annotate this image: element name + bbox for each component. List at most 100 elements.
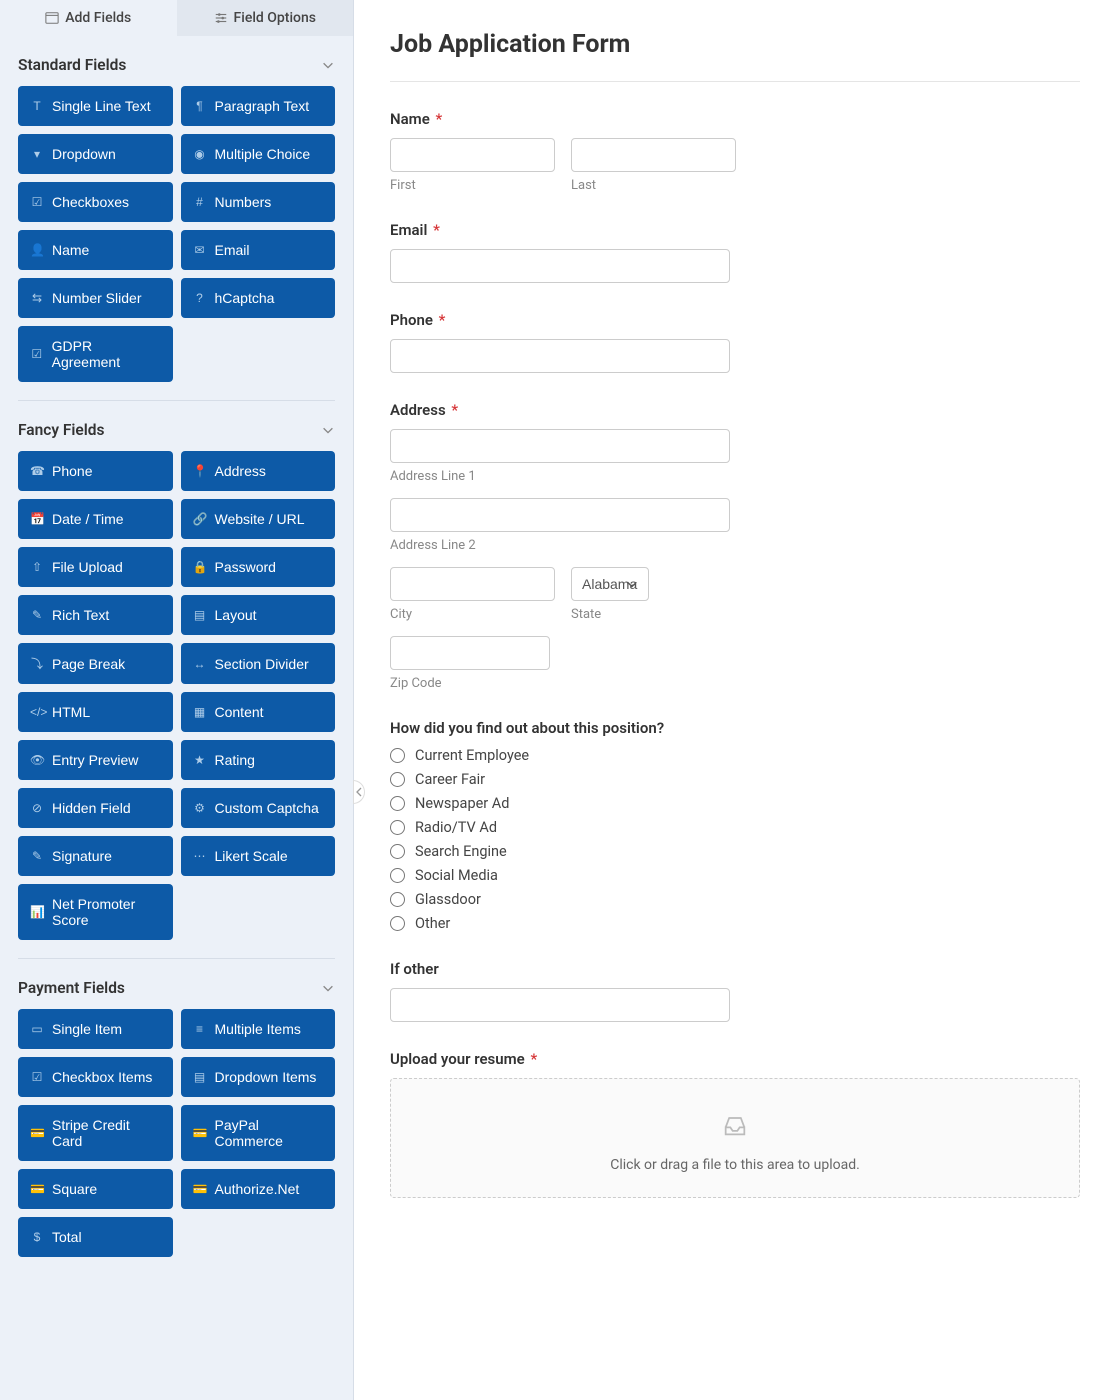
- field-btn-total[interactable]: $Total: [18, 1217, 173, 1257]
- field-btn-checkboxes[interactable]: ☑Checkboxes: [18, 182, 173, 222]
- field-btn-label: Multiple Items: [215, 1021, 301, 1037]
- field-btn-page-break[interactable]: ⤵Page Break: [18, 643, 173, 684]
- input-zip[interactable]: [390, 636, 550, 670]
- field-btn-label: Content: [215, 704, 264, 720]
- radio-item[interactable]: Other: [390, 915, 1080, 932]
- field-btn-layout[interactable]: ▤Layout: [181, 595, 336, 635]
- input-email[interactable]: [390, 249, 730, 283]
- section-header-payment[interactable]: Payment Fields: [18, 959, 335, 1009]
- tab-field-options[interactable]: Field Options: [177, 0, 354, 36]
- upload-zone[interactable]: Click or drag a file to this area to upl…: [390, 1078, 1080, 1198]
- hcaptcha-icon: ?: [193, 291, 207, 305]
- field-btn-stripe-credit-card[interactable]: 💳Stripe Credit Card: [18, 1105, 173, 1161]
- field-btn-name[interactable]: 👤Name: [18, 230, 173, 270]
- radio-input[interactable]: [390, 772, 405, 787]
- field-btn-label: Rating: [215, 752, 255, 768]
- field-btn-label: Address: [215, 463, 266, 479]
- section-header-fancy[interactable]: Fancy Fields: [18, 401, 335, 451]
- radio-item[interactable]: Search Engine: [390, 843, 1080, 860]
- field-btn-content[interactable]: ▦Content: [181, 692, 336, 732]
- chevron-left-icon: [355, 787, 363, 797]
- field-btn-custom-captcha[interactable]: ⚙Custom Captcha: [181, 788, 336, 828]
- hidden-field-icon: ⊘: [30, 801, 44, 815]
- field-btn-label: Layout: [215, 607, 257, 623]
- field-btn-dropdown[interactable]: ▾Dropdown: [18, 134, 173, 174]
- field-btn-multiple-items[interactable]: ≡ Multiple Items: [181, 1009, 336, 1049]
- field-btn-password[interactable]: 🔒Password: [181, 547, 336, 587]
- field-btn-single-item[interactable]: ▭Single Item: [18, 1009, 173, 1049]
- field-btn-paypal-commerce[interactable]: 💳PayPal Commerce: [181, 1105, 336, 1161]
- upload-hint: Click or drag a file to this area to upl…: [411, 1157, 1059, 1173]
- password-icon: 🔒: [193, 560, 207, 574]
- input-address-line2[interactable]: [390, 498, 730, 532]
- field-btn-phone[interactable]: ☎Phone: [18, 451, 173, 491]
- field-btn-label: GDPR Agreement: [52, 338, 161, 370]
- required-marker: *: [429, 221, 439, 239]
- radio-label: Newspaper Ad: [415, 795, 509, 812]
- field-btn-html[interactable]: </>HTML: [18, 692, 173, 732]
- select-state[interactable]: Alabama: [571, 567, 649, 601]
- field-btn-likert-scale[interactable]: ⋯Likert Scale: [181, 836, 336, 876]
- input-city[interactable]: [390, 567, 555, 601]
- radio-label: Search Engine: [415, 843, 507, 860]
- input-last-name[interactable]: [571, 138, 736, 172]
- radio-item[interactable]: Newspaper Ad: [390, 795, 1080, 812]
- input-other[interactable]: [390, 988, 730, 1022]
- radio-input[interactable]: [390, 844, 405, 859]
- field-btn-dropdown-items[interactable]: ▤Dropdown Items: [181, 1057, 336, 1097]
- field-btn-label: PayPal Commerce: [215, 1117, 324, 1149]
- radio-item[interactable]: Glassdoor: [390, 891, 1080, 908]
- field-btn-hcaptcha[interactable]: ?hCaptcha: [181, 278, 336, 318]
- radio-item[interactable]: Career Fair: [390, 771, 1080, 788]
- field-btn-hidden-field[interactable]: ⊘Hidden Field: [18, 788, 173, 828]
- field-btn-square[interactable]: 💳Square: [18, 1169, 173, 1209]
- field-resume: Upload your resume * Click or drag a fil…: [390, 1050, 1080, 1198]
- radio-item[interactable]: Social Media: [390, 867, 1080, 884]
- field-btn-authorize-net[interactable]: 💳Authorize.Net: [181, 1169, 336, 1209]
- field-btn-checkbox-items[interactable]: ☑Checkbox Items: [18, 1057, 173, 1097]
- multiple-items-icon: ≡: [193, 1022, 207, 1036]
- field-btn-label: Single Item: [52, 1021, 122, 1037]
- field-btn-numbers[interactable]: #Numbers: [181, 182, 336, 222]
- field-btn-address[interactable]: 📍Address: [181, 451, 336, 491]
- field-btn-website-url[interactable]: 🔗Website / URL: [181, 499, 336, 539]
- field-btn-net-promoter-score[interactable]: 📊Net Promoter Score: [18, 884, 173, 940]
- field-btn-label: HTML: [52, 704, 90, 720]
- radio-input[interactable]: [390, 892, 405, 907]
- field-btn-signature[interactable]: ✎Signature: [18, 836, 173, 876]
- input-first-name[interactable]: [390, 138, 555, 172]
- field-btn-section-divider[interactable]: ↔Section Divider: [181, 643, 336, 684]
- field-phone: Phone *: [390, 311, 1080, 373]
- radio-item[interactable]: Current Employee: [390, 747, 1080, 764]
- radio-input[interactable]: [390, 868, 405, 883]
- radio-input[interactable]: [390, 820, 405, 835]
- input-phone[interactable]: [390, 339, 730, 373]
- field-btn-email[interactable]: ✉Email: [181, 230, 336, 270]
- field-btn-paragraph-text[interactable]: ¶Paragraph Text: [181, 86, 336, 126]
- field-btn-single-line-text[interactable]: TSingle Line Text: [18, 86, 173, 126]
- field-btn-date-time[interactable]: 📅Date / Time: [18, 499, 173, 539]
- radio-input[interactable]: [390, 796, 405, 811]
- section-header-standard[interactable]: Standard Fields: [18, 36, 335, 86]
- field-btn-gdpr-agreement[interactable]: ☑GDPR Agreement: [18, 326, 173, 382]
- field-btn-rating[interactable]: ★Rating: [181, 740, 336, 780]
- field-btn-rich-text[interactable]: ✎Rich Text: [18, 595, 173, 635]
- field-name: Name * First Last: [390, 110, 1080, 193]
- field-btn-label: Number Slider: [52, 290, 141, 306]
- field-btn-label: File Upload: [52, 559, 123, 575]
- radio-item[interactable]: Radio/TV Ad: [390, 819, 1080, 836]
- net-promoter-score-icon: 📊: [30, 905, 44, 919]
- field-btn-number-slider[interactable]: ⇆Number Slider: [18, 278, 173, 318]
- input-address-line1[interactable]: [390, 429, 730, 463]
- field-btn-file-upload[interactable]: ⇧File Upload: [18, 547, 173, 587]
- field-btn-entry-preview[interactable]: 👁Entry Preview: [18, 740, 173, 780]
- required-marker: *: [527, 1050, 537, 1068]
- radio-label: Other: [415, 915, 450, 932]
- field-btn-label: Authorize.Net: [215, 1181, 300, 1197]
- field-btn-label: Entry Preview: [52, 752, 138, 768]
- field-btn-multiple-choice[interactable]: ◉Multiple Choice: [181, 134, 336, 174]
- radio-input[interactable]: [390, 748, 405, 763]
- radio-input[interactable]: [390, 916, 405, 931]
- sublabel-line2: Address Line 2: [390, 538, 730, 553]
- tab-add-fields[interactable]: Add Fields: [0, 0, 177, 36]
